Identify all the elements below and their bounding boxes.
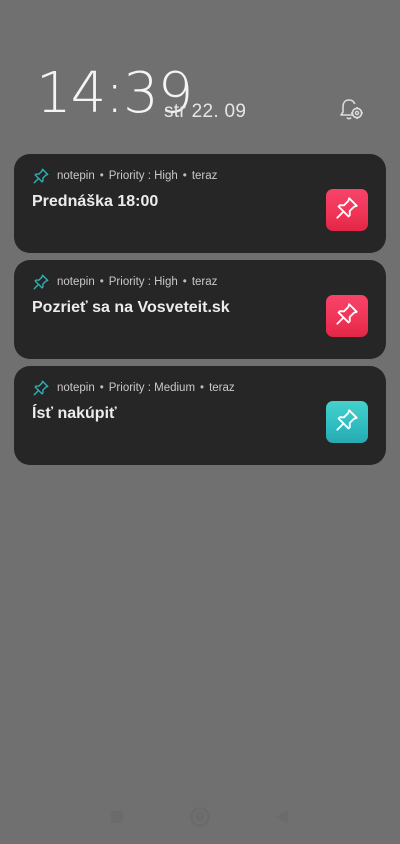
app-name: notepin xyxy=(57,276,95,288)
date: str 22. 09 xyxy=(164,101,247,122)
notification-title: Pozrieť sa na Vosveteit.sk xyxy=(32,299,230,316)
timestamp: teraz xyxy=(191,170,218,182)
notification-settings-icon[interactable] xyxy=(336,94,366,124)
navigation-bar xyxy=(0,796,400,840)
timestamp: teraz xyxy=(209,382,235,394)
pin-button[interactable] xyxy=(326,189,368,231)
notification-header: notepin • Priority : Medium • teraz xyxy=(32,379,235,397)
notification-card[interactable]: notepin • Priority : High • teraz Pozrie… xyxy=(14,260,386,359)
app-name: notepin xyxy=(57,382,95,394)
notification-header: notepin • Priority : High • teraz xyxy=(32,167,217,185)
priority-label: Priority : High xyxy=(108,170,178,182)
notification-title: Prednáška 18:00 xyxy=(32,193,159,210)
notification-title: Ísť nakúpiť xyxy=(32,405,117,422)
pushpin-icon xyxy=(334,407,360,438)
pushpin-icon xyxy=(334,301,360,332)
lock-screen: 14:39 str 22. 09 notepin • Priority : Hi… xyxy=(0,0,400,844)
app-name: notepin xyxy=(57,170,95,182)
pushpin-icon xyxy=(334,195,360,226)
pin-button[interactable] xyxy=(326,401,368,443)
recents-icon[interactable] xyxy=(111,811,123,823)
notification-card[interactable]: notepin • Priority : Medium • teraz Ísť … xyxy=(14,366,386,465)
notification-list: notepin • Priority : High • teraz Predná… xyxy=(14,154,386,472)
pushpin-icon xyxy=(32,379,50,397)
notification-header: notepin • Priority : High • teraz xyxy=(32,273,217,291)
timestamp: teraz xyxy=(191,276,218,288)
pushpin-icon xyxy=(32,167,50,185)
pushpin-icon xyxy=(32,273,50,291)
home-icon[interactable] xyxy=(190,807,210,827)
notification-card[interactable]: notepin • Priority : High • teraz Predná… xyxy=(14,154,386,253)
priority-label: Priority : Medium xyxy=(108,382,196,394)
priority-label: Priority : High xyxy=(108,276,178,288)
back-icon[interactable] xyxy=(276,810,288,824)
pin-button[interactable] xyxy=(326,295,368,337)
